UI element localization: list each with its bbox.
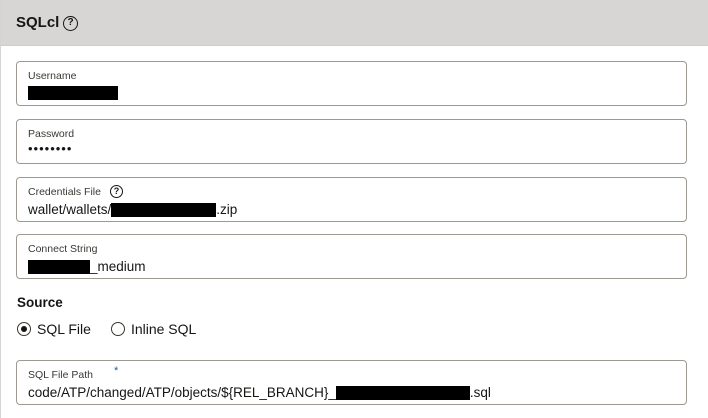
password-label: Password	[28, 128, 75, 140]
redacted-block	[111, 202, 217, 217]
help-icon[interactable]: ?	[110, 185, 123, 198]
password-field[interactable]: Password ••••••••	[16, 119, 687, 164]
username-field[interactable]: Username	[16, 61, 687, 106]
username-label: Username	[28, 70, 77, 82]
sql-file-path-label: SQL File Path	[28, 369, 93, 381]
connect-string-field[interactable]: Connect String _medium	[16, 234, 687, 279]
redacted-block	[28, 86, 118, 100]
sql-file-path-value[interactable]: code/ATP/changed/ATP/objects/${REL_BRANC…	[28, 385, 491, 400]
credentials-file-value[interactable]: wallet/wallets/ .zip	[28, 202, 237, 217]
required-indicator: *	[114, 365, 119, 377]
connect-string-label: Connect String	[28, 243, 98, 255]
redacted-block	[28, 259, 90, 274]
redacted-block	[335, 385, 470, 400]
sqlcl-panel: SQLcl ? Username Password •••••••• Crede…	[0, 0, 708, 418]
credentials-file-label: Credentials File	[28, 186, 101, 198]
sql-file-path-prefix: code/ATP/changed/ATP/objects/${REL_BRANC…	[28, 385, 336, 400]
connect-string-suffix: _medium	[90, 259, 146, 274]
credentials-file-suffix: .zip	[216, 202, 238, 217]
radio-inline-sql-label: Inline SQL	[130, 321, 197, 337]
radio-sql-file[interactable]: SQL File	[17, 321, 91, 337]
radio-unchecked-icon[interactable]	[110, 322, 125, 336]
sql-file-path-suffix: .sql	[469, 385, 491, 400]
username-value[interactable]	[28, 86, 118, 100]
radio-checked-icon[interactable]	[17, 322, 31, 336]
credentials-file-field[interactable]: Credentials File ? wallet/wallets/ .zip	[16, 177, 687, 222]
source-heading: Source	[17, 295, 63, 310]
help-icon[interactable]: ?	[63, 16, 78, 31]
radio-inline-sql[interactable]: Inline SQL	[110, 321, 197, 337]
credentials-file-prefix: wallet/wallets/	[28, 202, 112, 217]
connect-string-value[interactable]: _medium	[28, 259, 146, 274]
radio-sql-file-label: SQL File	[37, 321, 91, 337]
source-radio-group: SQL File Inline SQL	[17, 321, 196, 337]
password-value[interactable]: ••••••••	[28, 141, 72, 156]
sql-file-path-field[interactable]: SQL File Path * code/ATP/changed/ATP/obj…	[16, 360, 687, 405]
panel-header: SQLcl ?	[1, 0, 708, 46]
panel-title: SQLcl	[16, 14, 60, 31]
